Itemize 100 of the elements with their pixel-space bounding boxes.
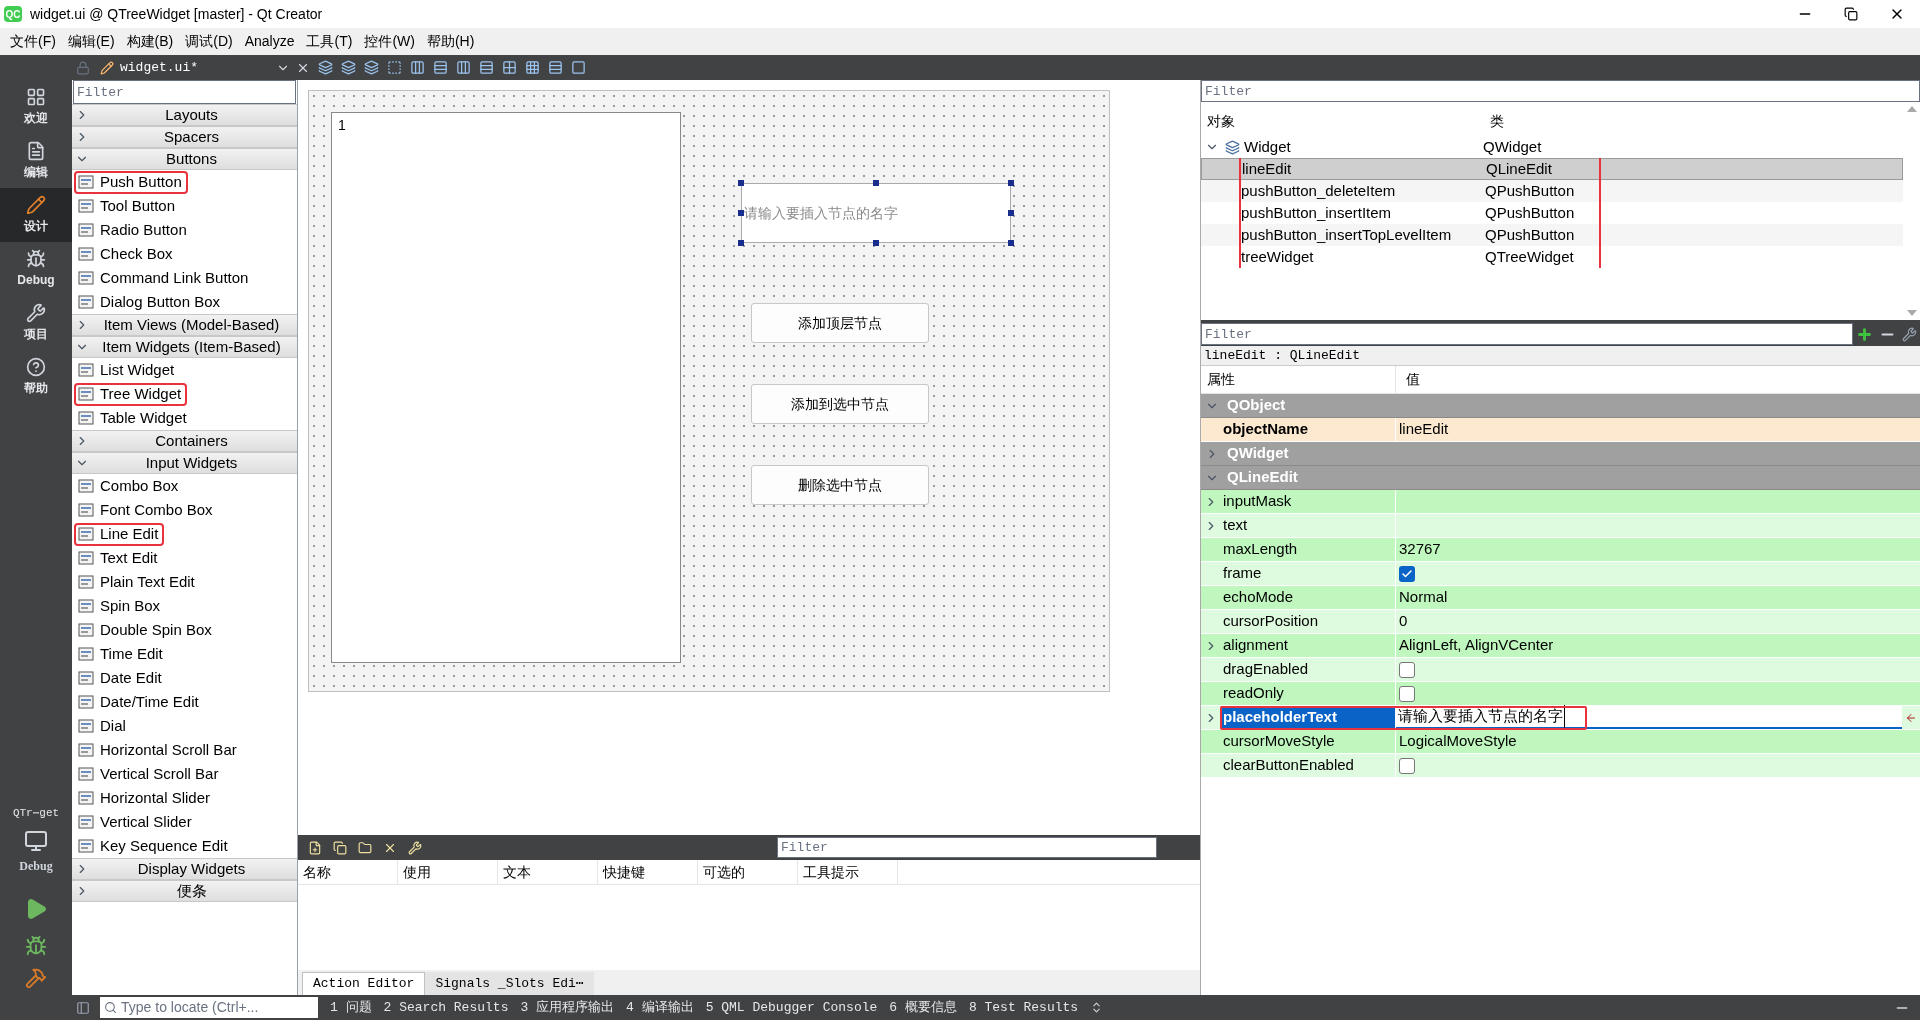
copy-icon[interactable] — [333, 840, 347, 855]
category-header[interactable]: Display Widgets — [72, 858, 297, 880]
widget-list-item[interactable]: Combo Box — [74, 474, 185, 498]
mode-tab[interactable]: Debug — [0, 242, 72, 296]
tree-widget[interactable]: 1 — [331, 112, 681, 663]
filter-field[interactable]: Filter — [1201, 80, 1920, 102]
widget-list-item[interactable]: Line Edit — [74, 522, 165, 546]
property-row[interactable]: cursorPosition 0 — [1201, 610, 1920, 634]
value-input-field[interactable]: 请输入要插入节点的名字 — [1396, 706, 1902, 729]
widget-list-item[interactable]: Command Link Button — [74, 266, 255, 290]
output-pane-button[interactable]: 8 Test Results — [968, 997, 1079, 1018]
menu-item[interactable]: 帮助(H) — [420, 31, 481, 52]
mode-tab[interactable]: 帮助 — [0, 350, 72, 404]
category-header[interactable]: Item Views (Model-Based) — [72, 314, 297, 336]
column-header[interactable]: 类 — [1484, 110, 1510, 132]
reset-icon[interactable] — [1905, 711, 1917, 724]
add-icon[interactable] — [1856, 325, 1873, 343]
menu-item[interactable]: 编辑(E) — [61, 31, 121, 52]
property-row[interactable]: objectName lineEdit — [1201, 418, 1920, 442]
property-row[interactable]: dragEnabled — [1201, 658, 1920, 682]
widget-list-item[interactable]: Time Edit — [74, 642, 169, 666]
checkbox[interactable] — [1399, 757, 1415, 774]
wrench-icon[interactable] — [1902, 326, 1917, 342]
widget-list-item[interactable]: Dialog Button Box — [74, 290, 227, 314]
selection-handle[interactable] — [1008, 180, 1014, 186]
grid-icon[interactable] — [502, 60, 517, 75]
category-header[interactable]: Item Widgets (Item-Based) — [72, 336, 297, 358]
column-header[interactable]: 工具提示 — [798, 860, 898, 884]
property-row[interactable]: maxLength 32767 — [1201, 538, 1920, 562]
selection-handle[interactable] — [873, 180, 879, 186]
menu-item[interactable]: 控件(W) — [358, 31, 421, 52]
widget-list-item[interactable]: Tool Button — [74, 194, 182, 218]
output-pane-button[interactable]: 6 概要信息 — [889, 997, 957, 1018]
category-header[interactable]: Layouts — [72, 104, 297, 126]
grid-icon[interactable] — [525, 60, 540, 75]
column-header[interactable]: 快捷键 — [598, 860, 698, 884]
new-file-icon[interactable] — [308, 840, 322, 855]
menu-item[interactable]: 调试(D) — [179, 31, 239, 52]
output-pane-button[interactable]: 2 Search Results — [383, 997, 509, 1018]
widget-list-item[interactable]: Check Box — [74, 242, 179, 266]
column-header[interactable]: 使用 — [398, 860, 498, 884]
push-button[interactable]: 添加到选中节点 — [751, 384, 929, 424]
columns-icon[interactable] — [456, 60, 471, 75]
restore-icon[interactable] — [1844, 7, 1858, 21]
property-row[interactable]: inputMask — [1201, 490, 1920, 514]
column-header[interactable]: 名称 — [298, 860, 398, 884]
sidebar-toggle-icon[interactable] — [76, 1000, 90, 1015]
widget-list-item[interactable]: Push Button — [74, 170, 188, 194]
filter-field[interactable]: Filter — [1201, 323, 1853, 345]
layers-icon[interactable] — [364, 60, 379, 75]
category-header[interactable]: Input Widgets — [72, 452, 297, 474]
widget-list-item[interactable]: Font Combo Box — [74, 498, 219, 522]
panel-tab[interactable]: Action Editor — [302, 972, 426, 995]
rows-icon[interactable] — [479, 60, 494, 75]
widget-list-item[interactable]: Text Edit — [74, 546, 164, 570]
checkbox[interactable] — [1399, 685, 1415, 702]
widget-list-item[interactable]: Date Edit — [74, 666, 168, 690]
widget-list-item[interactable]: Date/Time Edit — [74, 690, 205, 714]
folder-icon[interactable] — [358, 840, 372, 855]
column-header[interactable]: 对象 — [1201, 110, 1484, 132]
category-header[interactable]: Containers — [72, 430, 297, 452]
columns-icon[interactable] — [410, 60, 425, 75]
output-pane-button[interactable]: 3 应用程序输出 — [520, 997, 615, 1018]
widget-list-item[interactable]: List Widget — [74, 358, 181, 382]
widget-list-item[interactable]: Radio Button — [74, 218, 193, 242]
selection-handle[interactable] — [738, 240, 744, 246]
mode-tab[interactable]: 设计 — [0, 188, 72, 242]
column-header[interactable]: 可选的 — [698, 860, 798, 884]
square-icon[interactable] — [571, 60, 586, 75]
category-header[interactable]: Buttons — [72, 148, 297, 170]
filter-field[interactable]: Filter — [777, 837, 1157, 858]
mode-tab[interactable]: 项目 — [0, 296, 72, 350]
monitor-icon[interactable] — [22, 829, 50, 853]
line-edit[interactable]: 请输入要插入节点的名字 — [741, 183, 1011, 243]
widget-list-item[interactable]: Table Widget — [74, 406, 193, 430]
object-tree-row[interactable]: lineEdit QLineEdit — [1201, 158, 1903, 180]
locator-field[interactable]: Type to locate (Ctrl+... — [100, 997, 318, 1018]
property-row[interactable]: alignment AlignLeft, AlignVCenter — [1201, 634, 1920, 658]
selection-handle[interactable] — [873, 240, 879, 246]
dashed-square-icon[interactable] — [387, 60, 402, 75]
layers-icon[interactable] — [341, 60, 356, 75]
widget-list-item[interactable]: Vertical Slider — [74, 810, 198, 834]
property-row[interactable]: placeholderText 请输入要插入节点的名字 — [1201, 706, 1920, 730]
widget-list-item[interactable]: Horizontal Slider — [74, 786, 217, 810]
layers-icon[interactable] — [318, 60, 333, 75]
push-button[interactable]: 添加顶层节点 — [751, 303, 929, 343]
object-name[interactable]: Widget — [1244, 135, 1483, 159]
widget-list-item[interactable]: Plain Text Edit — [74, 570, 201, 594]
filter-field[interactable]: Filter — [73, 80, 296, 104]
selection-handle[interactable] — [1008, 240, 1014, 246]
widget-list-item[interactable]: Horizontal Scroll Bar — [74, 738, 243, 762]
menu-item[interactable]: Analyze — [238, 31, 301, 52]
mode-tab[interactable]: 编辑 — [0, 134, 72, 188]
column-header[interactable]: 文本 — [498, 860, 598, 884]
widget-list-item[interactable]: Key Sequence Edit — [74, 834, 234, 858]
selection-handle[interactable] — [1008, 210, 1014, 216]
output-pane-button[interactable]: 1 问题 — [330, 997, 372, 1018]
panel-tab[interactable]: Signals _Slots Edi⋯ — [425, 972, 594, 995]
property-row[interactable]: frame — [1201, 562, 1920, 586]
property-row[interactable]: clearButtonEnabled — [1201, 754, 1920, 778]
